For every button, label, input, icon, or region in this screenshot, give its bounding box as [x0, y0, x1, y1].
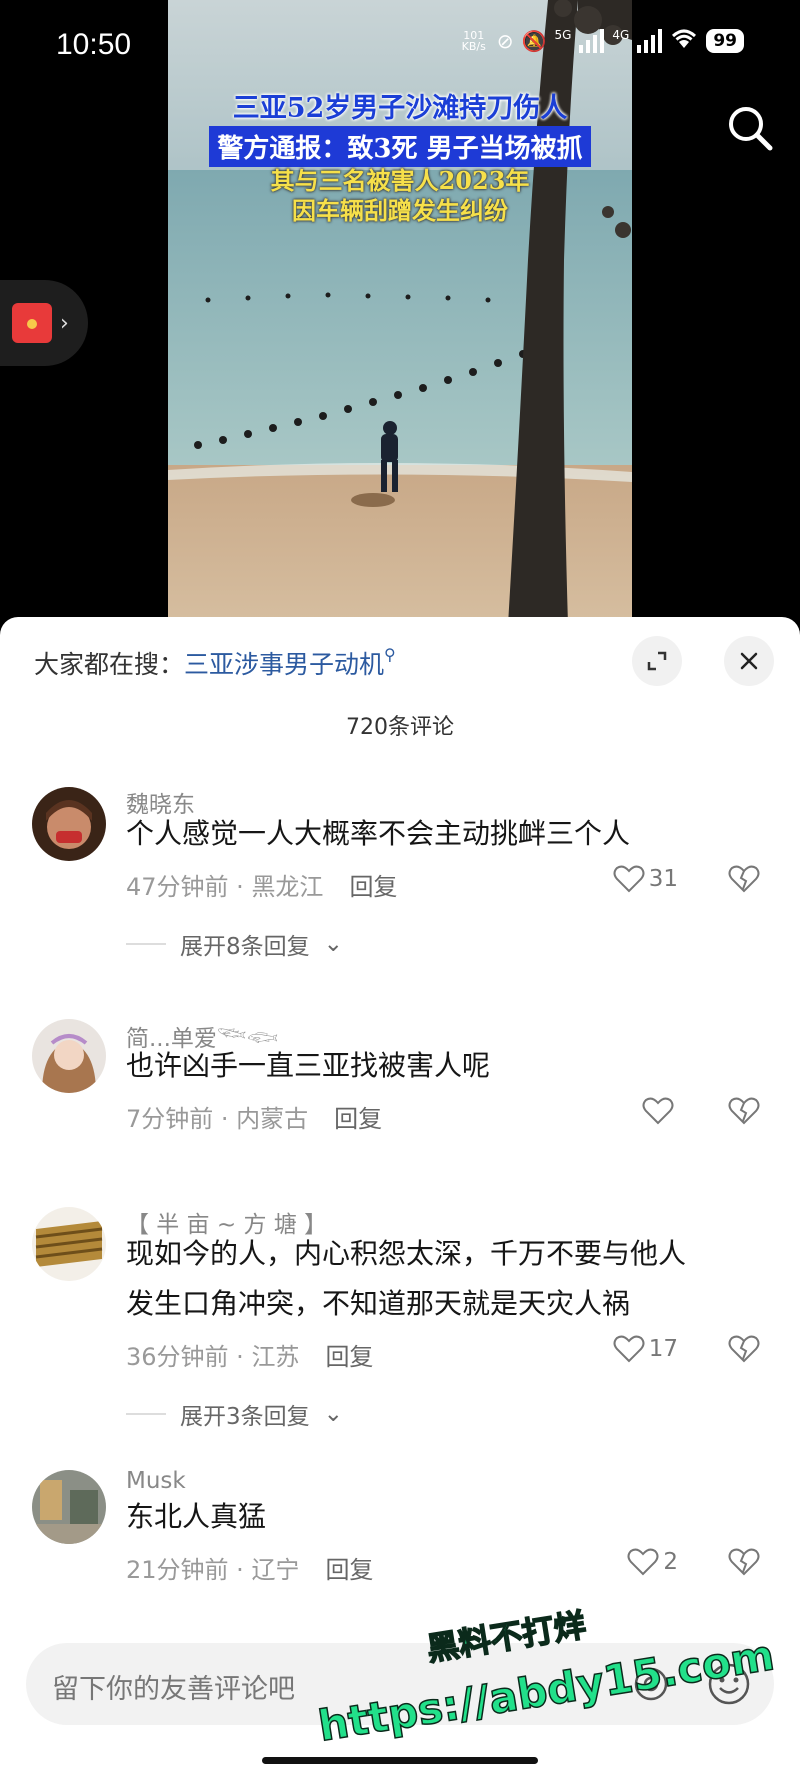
dislike-button[interactable] — [728, 1335, 760, 1367]
network-4g-label: 4G — [612, 28, 630, 42]
search-small-icon: ⚲ — [384, 645, 396, 664]
video-headline-3-line-2: 因车辆刮蹭发生纠纷 — [292, 196, 508, 225]
like-button[interactable]: 31 — [613, 865, 678, 893]
signal-4g-icon — [637, 29, 663, 53]
close-icon — [740, 652, 758, 670]
broken-heart-icon — [728, 1548, 760, 1576]
heart-icon — [642, 1097, 674, 1125]
search-suggestion-keyword[interactable]: 三亚涉事男子动机 — [184, 650, 384, 679]
reply-button[interactable]: 回复 — [325, 1556, 373, 1584]
red-packet-tab[interactable]: › — [0, 280, 88, 366]
expand-panel-button[interactable] — [632, 636, 682, 686]
comment-meta: 47分钟前 · 黑龙江 回复 — [126, 873, 398, 901]
comment-text: 个人感觉一人大概率不会主动挑衅三个人 — [126, 817, 631, 850]
comment-count: 720条评论 — [346, 715, 454, 740]
dislike-button[interactable] — [728, 865, 760, 897]
comment-text: 也许凶手一直三亚找被害人呢 — [126, 1049, 491, 1082]
network-5g-label: 5G — [554, 28, 572, 42]
comment-time: 47分钟前 — [126, 873, 229, 901]
video-headline-3: 其与三名被害人2023年 因车辆刮蹭发生纠纷 — [168, 166, 632, 226]
status-icons: 101 KB/s ⊘ 🔕 5G 4G 99 — [459, 28, 744, 54]
wifi-off-icon: ⊘ — [496, 29, 514, 53]
reply-button[interactable]: 回复 — [349, 873, 397, 901]
comment-text-line-2: 发生口角冲突，不知道那天就是天灾人祸 — [126, 1287, 631, 1320]
comment-meta: 21分钟前 · 辽宁 回复 — [126, 1556, 374, 1584]
like-button[interactable] — [642, 1097, 678, 1125]
like-button[interactable]: 17 — [613, 1335, 678, 1363]
like-count: 2 — [663, 1549, 678, 1575]
expand-replies-label: 展开3条回复 — [180, 1404, 310, 1430]
network-speed: 101 KB/s — [461, 29, 486, 53]
comment-location: 江苏 — [251, 1343, 300, 1371]
wifi-icon — [670, 28, 698, 54]
comment-text-line-1: 现如今的人，内心积怨太深，千万不要与他人 — [126, 1237, 687, 1270]
battery-indicator: 99 — [706, 29, 744, 53]
expand-icon — [647, 651, 667, 671]
comment-time: 36分钟前 — [126, 1343, 229, 1371]
status-time: 10:50 — [56, 28, 132, 61]
home-indicator — [262, 1757, 538, 1764]
dislike-button[interactable] — [728, 1097, 760, 1129]
like-button[interactable]: 2 — [627, 1548, 678, 1576]
red-packet-icon — [12, 303, 52, 343]
expand-replies-button[interactable]: 展开3条回复 ⌄ — [126, 1397, 343, 1431]
video-headline-1: 三亚52岁男子沙滩持刀伤人 — [232, 93, 568, 124]
broken-heart-icon — [728, 1097, 760, 1125]
comment-text: 东北人真猛 — [126, 1500, 267, 1533]
video-headline-2: 警方通报：致3死 男子当场被抓 — [168, 126, 632, 167]
broken-heart-icon — [728, 865, 760, 893]
avatar[interactable] — [32, 1470, 106, 1544]
chevron-down-icon: ⌄ — [323, 931, 343, 957]
comment-location: 辽宁 — [251, 1556, 300, 1584]
expand-replies-label: 展开8条回复 — [180, 934, 310, 960]
video-headline-3-line-1: 其与三名被害人2023年 — [270, 166, 530, 195]
avatar[interactable] — [32, 1019, 106, 1093]
mute-icon: 🔕 — [521, 29, 547, 53]
heart-icon — [613, 1335, 645, 1363]
expand-replies-button[interactable]: 展开8条回复 ⌄ — [126, 927, 343, 961]
close-panel-button[interactable] — [724, 636, 774, 686]
search-suggestion[interactable]: 大家都在搜：三亚涉事男子动机⚲ — [34, 645, 396, 681]
like-count: 31 — [648, 866, 678, 892]
comment-meta: 7分钟前 · 内蒙古 回复 — [126, 1105, 383, 1133]
comment-username[interactable]: Musk — [126, 1468, 186, 1494]
reply-button[interactable]: 回复 — [325, 1343, 373, 1371]
comment-time: 21分钟前 — [126, 1556, 229, 1584]
avatar[interactable] — [32, 1207, 106, 1281]
heart-icon — [627, 1548, 659, 1576]
comment-meta: 36分钟前 · 江苏 回复 — [126, 1343, 374, 1371]
like-count: 17 — [648, 1336, 678, 1362]
comment-location: 黑龙江 — [251, 873, 324, 901]
signal-5g-icon — [579, 29, 605, 53]
divider-line — [126, 943, 166, 945]
search-button[interactable] — [724, 102, 776, 154]
comment-time: 7分钟前 — [126, 1105, 214, 1133]
chevron-right-icon: › — [60, 310, 69, 336]
heart-icon — [613, 865, 645, 893]
divider-line — [126, 1413, 166, 1415]
video-player[interactable]: 三亚52岁男子沙滩持刀伤人 警方通报：致3死 男子当场被抓 其与三名被害人202… — [0, 0, 800, 625]
chevron-down-icon: ⌄ — [323, 1401, 343, 1427]
comment-panel: 大家都在搜：三亚涉事男子动机⚲ 720条评论 魏晓东 个人感觉一人大概率不会主动… — [0, 617, 800, 1778]
broken-heart-icon — [728, 1335, 760, 1363]
avatar[interactable] — [32, 787, 106, 861]
search-suggestion-prefix: 大家都在搜： — [34, 650, 185, 679]
comment-location: 内蒙古 — [236, 1105, 309, 1133]
comment-input-placeholder[interactable]: 留下你的友善评论吧 — [52, 1667, 295, 1706]
dislike-button[interactable] — [728, 1548, 760, 1580]
search-icon — [729, 107, 773, 151]
video-headline-2-text: 警方通报：致3死 男子当场被抓 — [209, 126, 591, 167]
reply-button[interactable]: 回复 — [334, 1105, 382, 1133]
